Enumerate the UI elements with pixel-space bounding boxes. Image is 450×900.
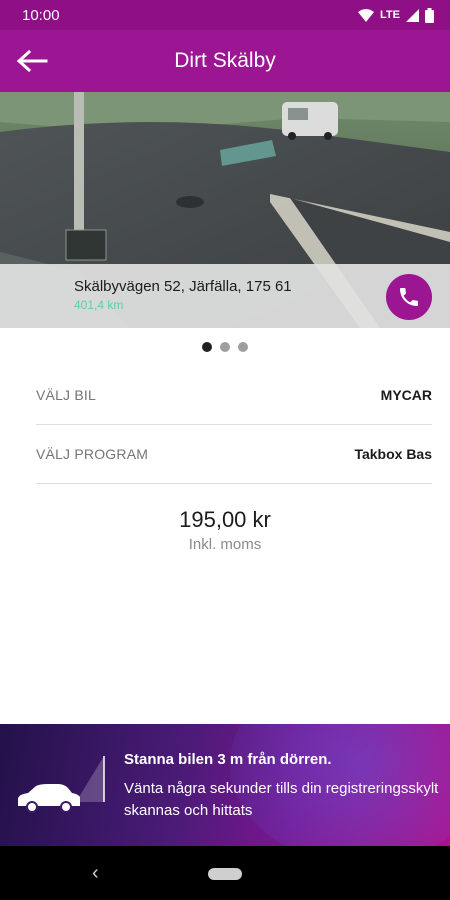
address-text: Skälbyvägen 52, Järfälla, 175 61 — [74, 278, 292, 295]
select-car-label: VÄLJ BIL — [36, 387, 96, 403]
price-vat-note: Inkl. moms — [188, 536, 262, 553]
status-time: 10:00 — [22, 6, 60, 24]
app-bar: Dirt Skälby — [0, 30, 450, 92]
network-label: LTE — [380, 9, 400, 21]
address-bar: Skälbyvägen 52, Järfälla, 175 61 401,4 k… — [0, 264, 450, 328]
price-amount: 195,00 kr — [179, 507, 271, 532]
scan-instruction-banner: Stanna bilen 3 m från dörren. Vänta någr… — [0, 724, 450, 846]
battery-icon — [425, 7, 434, 23]
select-program-row[interactable]: VÄLJ PROGRAM Takbox Bas — [36, 425, 432, 484]
call-button[interactable] — [386, 274, 432, 320]
select-program-value: Takbox Bas — [354, 446, 432, 462]
carousel-indicator — [0, 342, 450, 352]
banner-title: Stanna bilen 3 m från dörren. — [124, 751, 332, 768]
nav-back-icon[interactable]: ‹ — [92, 862, 99, 885]
distance-text: 401,4 km — [74, 298, 124, 312]
phone-icon — [400, 288, 418, 306]
system-nav-bar: ‹ — [0, 846, 450, 900]
select-program-label: VÄLJ PROGRAM — [36, 446, 149, 462]
status-bar: 10:00 LTE — [0, 0, 450, 30]
nav-home-pill[interactable] — [208, 868, 242, 880]
banner-text: Vänta några sekunder tills din registrer… — [124, 780, 439, 819]
car-scan-icon — [18, 756, 105, 813]
carousel-dot[interactable] — [238, 342, 248, 352]
signal-icon — [406, 8, 419, 22]
carousel-dot[interactable] — [220, 342, 230, 352]
carousel-dot[interactable] — [202, 342, 212, 352]
page-title: Dirt Skälby — [174, 49, 276, 72]
select-car-value: MYCAR — [380, 387, 432, 403]
status-icons: LTE — [358, 7, 434, 23]
select-car-row[interactable]: VÄLJ BIL MYCAR — [36, 366, 432, 425]
wifi-icon — [358, 8, 375, 22]
